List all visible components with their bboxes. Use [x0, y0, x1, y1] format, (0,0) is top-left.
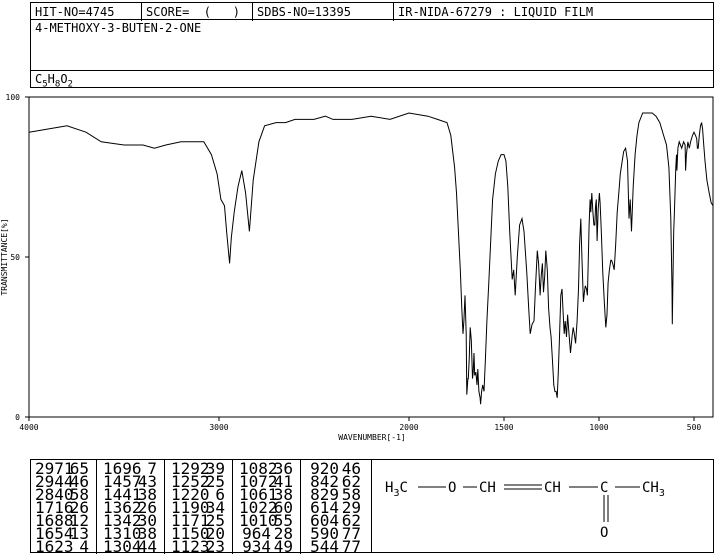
peak-transmittance: 77: [341, 537, 361, 556]
carbonyl-oxygen-label: O: [600, 525, 608, 541]
peak-row: 544 77: [303, 537, 369, 556]
peak-wavenumber: 934: [242, 537, 271, 556]
peak-wavenumber: 1304: [103, 537, 142, 556]
peak-transmittance: 44: [137, 537, 157, 556]
chart-ticks: 4000 3000 2000 1500 1000 500100500: [6, 93, 702, 432]
peak-row: 1123 23: [167, 537, 233, 556]
peak-transmittance: 4: [79, 537, 89, 556]
y-tick-label: 100: [6, 93, 21, 102]
peak-wavenumber: 1123: [171, 537, 210, 556]
peak-transmittance: 23: [205, 537, 225, 556]
ir-spectrum-chart: 4000 3000 2000 1500 1000 500100500 WAVENUMBER…: [0, 93, 714, 442]
x-tick-label: 2000: [399, 423, 418, 432]
methyl-left-label: H3C: [385, 480, 408, 499]
peak-row: 1623 4: [31, 537, 97, 556]
x-tick-label: 1500: [494, 423, 513, 432]
y-axis-label: TRANSMITTANCE[%]: [0, 218, 9, 295]
methyl-right-label: CH3: [642, 480, 665, 499]
oxygen-label: O: [448, 480, 456, 496]
peak-row: 1304 44: [99, 537, 165, 556]
ch-label-1: CH: [479, 480, 496, 496]
x-tick-label: 3000: [209, 423, 228, 432]
peak-column: 1082 36 1072 41 1061 38 1022 60 1010 55 964 28 934 49: [235, 460, 301, 556]
x-tick-label: 4000: [19, 423, 38, 432]
ch-label-2: CH: [544, 480, 561, 496]
peak-column: 1696 7 1457 43 1441 38 1362 26 1342 30 1310 38 1304 4…: [99, 460, 165, 556]
peak-column: 1292 39 1252 25 1220 6 1190 34 1171 25 1150 20 1123 2…: [167, 460, 233, 556]
x-tick-label: 500: [687, 423, 702, 432]
carbon-label: C: [600, 480, 608, 496]
peak-column: 920 46 842 62 829 58 614 29 604 62 590 77 544 77: [303, 460, 369, 556]
peak-table: 2971 65 2944 46 2840 58 1716 26 1688 12 1654 13 1623…: [30, 459, 372, 556]
peak-column: 2971 65 2944 46 2840 58 1716 26 1688 12 1654 13 1623…: [31, 460, 97, 556]
peak-row: 934 49: [235, 537, 301, 556]
spectrum-line: [28, 112, 714, 405]
peak-transmittance: 49: [273, 537, 293, 556]
y-tick-label: 50: [10, 253, 20, 262]
structure-drawing: H3C O CH CH C CH3 O: [385, 480, 665, 541]
peak-wavenumber: 544: [310, 537, 339, 556]
y-tick-label: 0: [15, 413, 20, 422]
x-axis-label: WAVENUMBER[-1]: [338, 433, 405, 442]
structure-box: H3C O CH CH C CH3 O: [371, 459, 714, 553]
peak-wavenumber: 1623: [35, 537, 74, 556]
x-tick-label: 1000: [589, 423, 608, 432]
